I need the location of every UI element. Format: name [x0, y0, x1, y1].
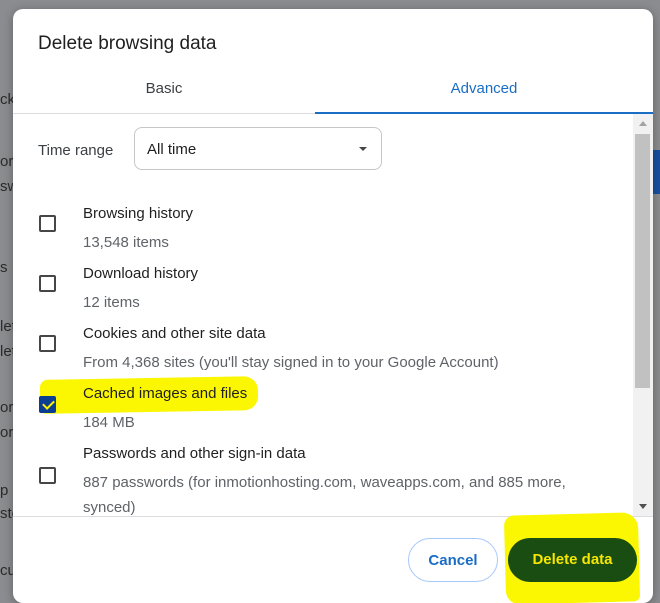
- checkbox-download-history[interactable]: [39, 275, 56, 292]
- background-text-fragment: s: [0, 259, 8, 276]
- delete-data-button[interactable]: Delete data: [508, 538, 637, 582]
- background-text-fragment: p: [0, 482, 9, 499]
- checkbox-browsing-history[interactable]: [39, 215, 56, 232]
- option-title: Download history: [83, 265, 199, 282]
- tab-bar: Basic Advanced: [13, 69, 653, 114]
- option-subtitle: 184 MB: [83, 414, 135, 431]
- scrollbar-thumb[interactable]: [635, 134, 650, 388]
- scroll-up-arrow-icon[interactable]: [639, 121, 647, 126]
- dialog-title: Delete browsing data: [38, 33, 217, 54]
- background-text-fragment: or: [0, 153, 14, 170]
- time-range-label: Time range: [38, 142, 114, 159]
- checkmark-icon: [42, 397, 55, 410]
- delete-browsing-data-dialog: Delete browsing data Basic Advanced Time…: [13, 9, 653, 603]
- option-title: Cookies and other site data: [83, 325, 266, 342]
- checkbox-passwords[interactable]: [39, 467, 56, 484]
- option-title: Passwords and other sign-in data: [83, 445, 306, 462]
- options-scroll-area: Time range All time Browsing history 13,…: [13, 114, 653, 516]
- background-button-edge: [652, 150, 660, 194]
- cancel-button[interactable]: Cancel: [408, 538, 498, 582]
- option-subtitle: 12 items: [83, 294, 140, 311]
- scrollbar[interactable]: [633, 114, 653, 516]
- option-subtitle: 13,548 items: [83, 234, 169, 251]
- time-range-select[interactable]: All time: [134, 127, 382, 170]
- option-title: Cached images and files: [83, 385, 248, 402]
- option-title: Browsing history: [83, 205, 194, 222]
- option-subtitle: 887 passwords (for inmotionhosting.com, …: [83, 474, 566, 516]
- checkbox-cached-images[interactable]: [39, 396, 56, 413]
- caret-down-icon: [359, 147, 367, 151]
- tab-basic[interactable]: Basic: [13, 69, 315, 113]
- time-range-value: All time: [147, 141, 197, 158]
- checkbox-cookies[interactable]: [39, 335, 56, 352]
- tab-advanced[interactable]: Advanced: [315, 69, 653, 113]
- option-subtitle: From 4,368 sites (you'll stay signed in …: [83, 354, 499, 371]
- scroll-down-arrow-icon[interactable]: [639, 504, 647, 509]
